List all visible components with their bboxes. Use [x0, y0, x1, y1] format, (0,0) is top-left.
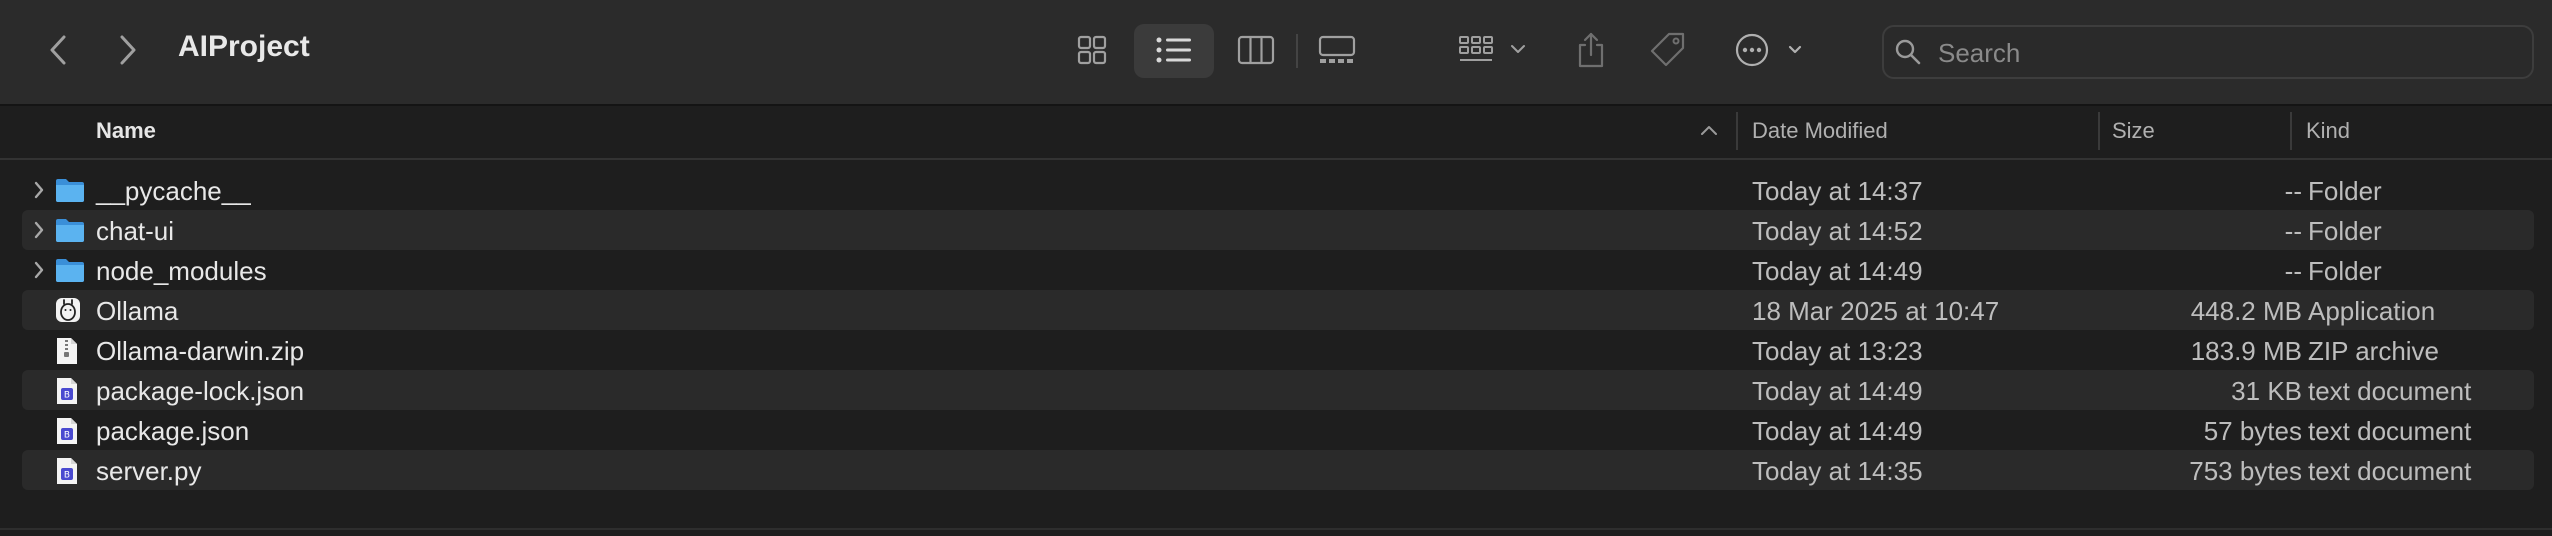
file-size: 31 KB [2231, 376, 2302, 406]
file-row[interactable]: Ollama 18 Mar 2025 at 10:47 448.2 MB App… [22, 290, 2534, 330]
file-size: -- [2284, 256, 2302, 286]
folder-icon [56, 179, 84, 202]
file-name: package.json [96, 416, 250, 446]
file-name: node_modules [96, 256, 267, 286]
file-date: Today at 14:52 [1752, 216, 1923, 246]
disclosure-triangle-icon[interactable] [32, 220, 46, 240]
bottom-divider [0, 528, 2552, 530]
list-view-button[interactable] [1154, 32, 1194, 68]
search-icon [1895, 39, 1921, 65]
file-name: package-lock.json [96, 376, 305, 406]
grid-icon [1077, 35, 1107, 65]
file-kind: text document [2308, 376, 2472, 406]
file-size: -- [2284, 216, 2302, 246]
column-divider[interactable] [1736, 112, 1738, 150]
file-kind: Folder [2308, 256, 2382, 286]
toolbar-separator [1296, 34, 1298, 68]
file-name: server.py [96, 456, 202, 486]
file-kind: text document [2308, 456, 2472, 486]
share-icon [1578, 32, 1604, 68]
document-icon: B [57, 418, 77, 444]
document-icon: B [57, 378, 77, 404]
zip-file-icon [57, 338, 77, 364]
tag-button[interactable] [1648, 30, 1688, 70]
column-divider[interactable] [2290, 112, 2292, 150]
file-row[interactable]: chat-ui Today at 14:52 -- Folder [22, 210, 2534, 250]
app-icon [56, 298, 80, 322]
group-by-button[interactable] [1458, 32, 1530, 68]
file-kind: text document [2308, 416, 2472, 446]
forward-button[interactable] [110, 30, 146, 70]
tag-icon [1650, 32, 1685, 67]
gallery-view-button[interactable] [1316, 32, 1358, 68]
file-size: 753 bytes [2189, 456, 2302, 486]
column-view-button[interactable] [1236, 32, 1276, 68]
window-title: AIProject [178, 30, 310, 63]
icon-view-button[interactable] [1074, 32, 1110, 68]
folder-icon [56, 219, 84, 242]
file-row[interactable]: B package-lock.json Today at 14:49 31 KB… [22, 370, 2534, 410]
disclosure-triangle-icon[interactable] [32, 260, 46, 280]
file-row[interactable]: node_modules Today at 14:49 -- Folder [22, 250, 2534, 290]
file-size: 448.2 MB [2190, 296, 2302, 326]
list-icon [1156, 37, 1191, 63]
file-size: 57 bytes [2203, 416, 2302, 446]
file-date: Today at 14:49 [1752, 376, 1923, 406]
file-row[interactable]: B server.py Today at 14:35 753 bytes tex… [22, 450, 2534, 490]
file-kind: ZIP archive [2308, 336, 2440, 366]
share-button[interactable] [1574, 30, 1608, 70]
gallery-icon [1318, 35, 1356, 63]
document-icon: B [57, 458, 77, 484]
group-by-icon [1459, 36, 1525, 61]
svg-text:B: B [64, 471, 70, 481]
column-divider[interactable] [2098, 112, 2100, 150]
search-input[interactable] [1936, 35, 2500, 71]
toolbar: AIProject [0, 0, 2552, 106]
file-row[interactable]: __pycache__ Today at 14:37 -- Folder [22, 170, 2534, 210]
columns-icon [1237, 35, 1275, 65]
file-kind: Folder [2308, 176, 2382, 206]
disclosure-triangle-icon[interactable] [32, 180, 46, 200]
folder-icon [56, 259, 84, 282]
file-row[interactable]: B package.json Today at 14:49 57 bytes t… [22, 410, 2534, 450]
svg-text:B: B [64, 391, 70, 401]
search-field[interactable] [1882, 25, 2534, 79]
column-header: Name Date Modified Size Kind [0, 106, 2552, 160]
back-button[interactable] [40, 30, 76, 70]
file-size: -- [2284, 176, 2302, 206]
svg-text:B: B [64, 431, 70, 441]
more-actions-button[interactable] [1734, 30, 1806, 70]
chevron-right-icon [120, 35, 136, 65]
sort-ascending-icon[interactable] [1700, 124, 1718, 136]
ellipsis-circle-icon [1735, 33, 1802, 67]
file-name: chat-ui [96, 216, 175, 246]
file-date: 18 Mar 2025 at 10:47 [1752, 296, 2000, 326]
column-header-date[interactable]: Date Modified [1752, 118, 1888, 144]
file-date: Today at 14:35 [1752, 456, 1923, 486]
file-name: Ollama [96, 296, 179, 326]
chevron-left-icon [50, 35, 66, 65]
file-kind: Application [2308, 296, 2436, 326]
file-row[interactable]: Ollama-darwin.zip Today at 13:23 183.9 M… [22, 330, 2534, 370]
file-date: Today at 14:49 [1752, 256, 1923, 286]
file-name: __pycache__ [96, 176, 251, 206]
file-name: Ollama-darwin.zip [96, 336, 305, 366]
column-header-name[interactable]: Name [96, 118, 156, 144]
column-header-size[interactable]: Size [2112, 118, 2155, 144]
file-date: Today at 14:49 [1752, 416, 1923, 446]
column-header-kind[interactable]: Kind [2306, 118, 2350, 144]
file-size: 183.9 MB [2190, 336, 2302, 366]
file-date: Today at 13:23 [1752, 336, 1923, 366]
file-kind: Folder [2308, 216, 2382, 246]
file-date: Today at 14:37 [1752, 176, 1923, 206]
